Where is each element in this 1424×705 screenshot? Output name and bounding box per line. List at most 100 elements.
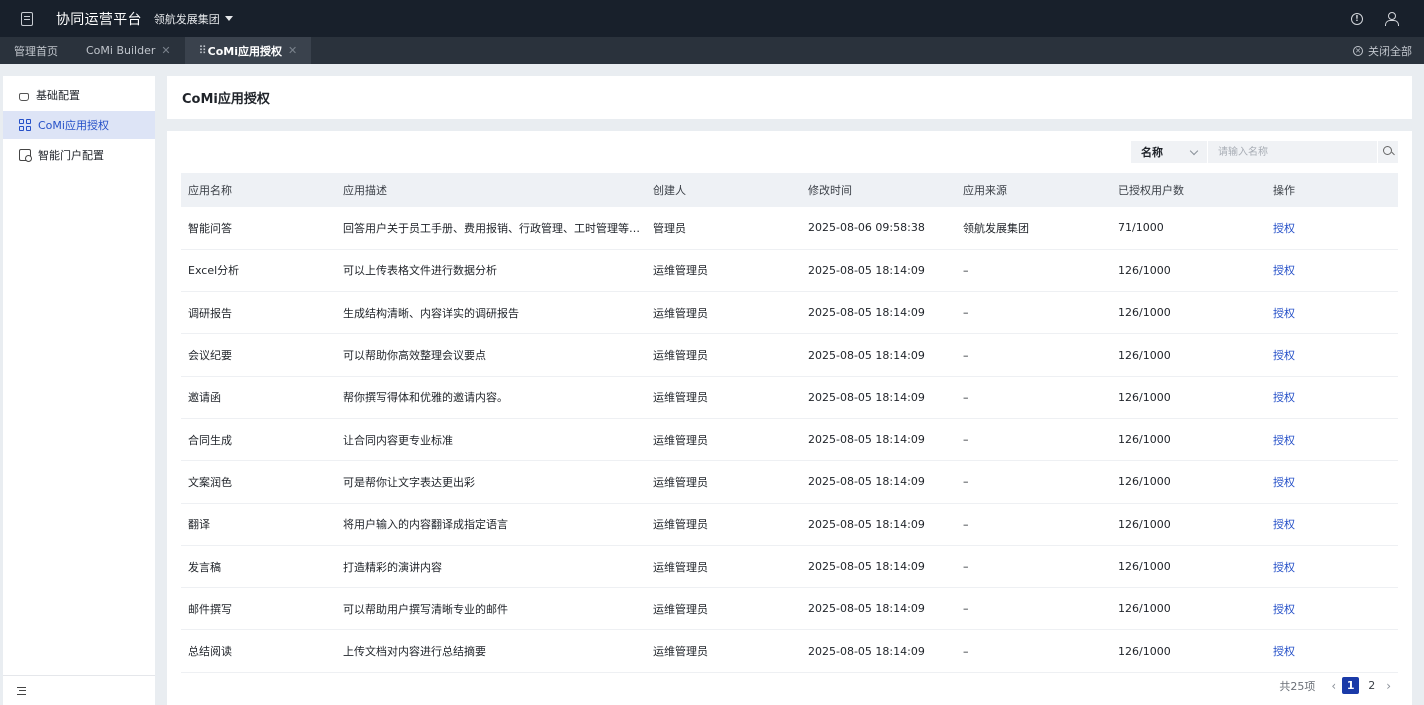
cell-app-desc: 帮你撰写得体和优雅的邀请内容。	[336, 376, 646, 419]
col-creator-header: 创建人	[646, 173, 801, 207]
cell-source: –	[956, 629, 1111, 673]
authorize-link[interactable]: 授权	[1273, 645, 1295, 658]
table-row: 邮件撰写 可以帮助用户撰写清晰专业的邮件 运维管理员 2025-08-05 18:14…	[181, 587, 1398, 631]
chevron-down-icon	[1189, 146, 1199, 155]
col-app-desc-header: 应用描述	[336, 173, 646, 207]
cell-source: –	[956, 376, 1111, 419]
cell-source: –	[956, 249, 1111, 293]
total-count: 共25项	[1279, 679, 1316, 693]
authorize-link[interactable]: 授权	[1273, 222, 1295, 235]
cell-action: 授权	[1266, 333, 1398, 377]
cell-source: –	[956, 333, 1111, 377]
cell-creator: 运维管理员	[646, 629, 801, 673]
search-field-value: 名称	[1141, 146, 1163, 159]
topbar-actions: !	[1351, 12, 1399, 26]
cell-app-desc: 回答用户关于员工手册、费用报销、行政管理、工时管理等相…	[336, 207, 646, 250]
cell-action: 授权	[1266, 629, 1398, 673]
cell-app-name: 总结阅读	[181, 629, 336, 673]
cell-action: 授权	[1266, 545, 1398, 589]
close-icon[interactable]: ✕	[288, 44, 297, 57]
portal-icon	[19, 149, 32, 162]
org-switcher[interactable]: 领航发展集团	[154, 11, 233, 27]
tab-comi-app-auth[interactable]: ⠿ CoMi应用授权 ✕	[184, 37, 312, 64]
cell-creator: 运维管理员	[646, 587, 801, 631]
table-body: 智能问答 回答用户关于员工手册、费用报销、行政管理、工时管理等相… 管理员 2025-…	[181, 207, 1398, 673]
col-app-name-header: 应用名称	[181, 173, 336, 207]
col-modified-header: 修改时间	[801, 173, 956, 207]
authorize-link[interactable]: 授权	[1273, 561, 1295, 574]
sidebar-item-portal-config[interactable]: 智能门户配置	[3, 141, 155, 169]
authorize-link[interactable]: 授权	[1273, 518, 1295, 531]
tab-home[interactable]: 管理首页	[0, 37, 72, 64]
cell-app-desc: 可以上传表格文件进行数据分析	[336, 249, 646, 293]
authorize-link[interactable]: 授权	[1273, 264, 1295, 277]
authorize-link[interactable]: 授权	[1273, 476, 1295, 489]
drag-handle-icon[interactable]: ⠿	[199, 44, 207, 57]
sidebar-item-comi-app-auth[interactable]: CoMi应用授权	[3, 111, 155, 139]
search-field-select[interactable]: 名称	[1131, 141, 1207, 163]
cell-action: 授权	[1266, 418, 1398, 462]
grid-icon	[19, 119, 31, 131]
table-row: 合同生成 让合同内容更专业标准 运维管理员 2025-08-05 18:14:09–1…	[181, 418, 1398, 462]
table-row: Excel分析 可以上传表格文件进行数据分析 运维管理员 2025-08-05 18:…	[181, 249, 1398, 293]
prev-page-icon[interactable]: ‹	[1327, 679, 1340, 693]
cell-app-name: Excel分析	[181, 249, 336, 293]
tab-bar: 管理首页 CoMi Builder ✕ ⠿ CoMi应用授权 ✕ ✕ 关闭全部	[0, 37, 1424, 64]
cell-source: –	[956, 291, 1111, 335]
cell-app-name: 调研报告	[181, 291, 336, 335]
cell-users: 126/1000	[1111, 333, 1266, 377]
close-all-label: 关闭全部	[1368, 44, 1412, 58]
search-icon[interactable]	[1377, 141, 1398, 163]
cell-action: 授权	[1266, 587, 1398, 631]
page-header: CoMi应用授权	[167, 76, 1412, 119]
cell-creator: 管理员	[646, 207, 801, 250]
authorize-link[interactable]: 授权	[1273, 307, 1295, 320]
sidebar: 基础配置 CoMi应用授权 智能门户配置	[3, 76, 155, 705]
cell-source: –	[956, 418, 1111, 462]
tab-comi-builder[interactable]: CoMi Builder ✕	[72, 37, 185, 64]
cell-app-name: 会议纪要	[181, 333, 336, 377]
tab-label: 管理首页	[14, 44, 58, 58]
table-row: 会议纪要 可以帮助你高效整理会议要点 运维管理员 2025-08-05 18:14:0…	[181, 333, 1398, 377]
page-2[interactable]: 2	[1363, 677, 1380, 694]
cell-creator: 运维管理员	[646, 376, 801, 419]
cell-users: 126/1000	[1111, 587, 1266, 631]
close-all-button[interactable]: ✕ 关闭全部	[1353, 37, 1412, 64]
cell-modified: 2025-08-05 18:14:09	[801, 249, 956, 293]
info-icon[interactable]: !	[1351, 12, 1363, 25]
table-row: 调研报告 生成结构清晰、内容详实的调研报告 运维管理员 2025-08-05 18:1…	[181, 291, 1398, 335]
cell-action: 授权	[1266, 207, 1398, 250]
cell-users: 126/1000	[1111, 503, 1266, 546]
cell-creator: 运维管理员	[646, 418, 801, 462]
page-1[interactable]: 1	[1342, 677, 1360, 694]
cell-modified: 2025-08-05 18:14:09	[801, 629, 956, 673]
user-icon[interactable]	[1385, 12, 1399, 26]
cell-app-name: 文案润色	[181, 460, 336, 504]
search-bar: 名称	[1131, 141, 1398, 163]
search-input[interactable]	[1207, 141, 1377, 163]
cell-app-name: 合同生成	[181, 418, 336, 462]
authorize-link[interactable]: 授权	[1273, 391, 1295, 404]
cell-modified: 2025-08-05 18:14:09	[801, 545, 956, 589]
cell-app-name: 翻译	[181, 503, 336, 546]
table-row: 总结阅读 上传文档对内容进行总结摘要 运维管理员 2025-08-05 18:14:0…	[181, 629, 1398, 673]
cell-modified: 2025-08-05 18:14:09	[801, 418, 956, 462]
cell-source: –	[956, 545, 1111, 589]
cell-creator: 运维管理员	[646, 291, 801, 335]
close-icon[interactable]: ✕	[161, 44, 170, 57]
cell-app-name: 智能问答	[181, 207, 336, 250]
cell-creator: 运维管理员	[646, 333, 801, 377]
cell-users: 126/1000	[1111, 376, 1266, 419]
cell-creator: 运维管理员	[646, 503, 801, 546]
document-icon[interactable]	[21, 11, 33, 26]
sidebar-item-basic-config[interactable]: 基础配置	[3, 81, 155, 109]
authorize-link[interactable]: 授权	[1273, 603, 1295, 616]
collapse-menu-icon[interactable]	[17, 687, 26, 695]
authorize-link[interactable]: 授权	[1273, 349, 1295, 362]
table-header-row: 应用名称 应用描述 创建人 修改时间 应用来源 已授权用户数 操作	[181, 173, 1398, 207]
content-panel: 名称 应用名称应用描述创建人修改时间应用来源已授权用户数操作 智能问答回答用户关…	[167, 131, 1412, 705]
next-page-icon[interactable]: ›	[1382, 679, 1395, 693]
cell-modified: 2025-08-06 09:58:38	[801, 207, 956, 250]
authorize-link[interactable]: 授权	[1273, 434, 1295, 447]
sidebar-item-label: 基础配置	[36, 89, 80, 102]
